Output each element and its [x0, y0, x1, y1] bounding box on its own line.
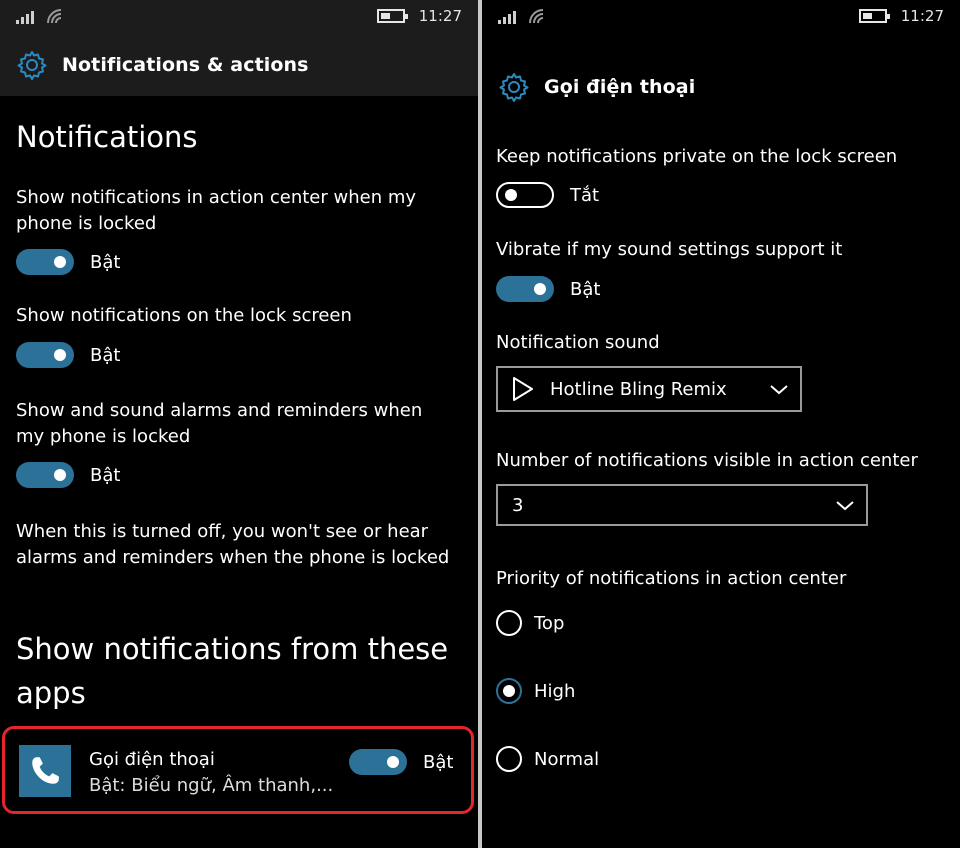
setting-label-sound: Notification sound	[496, 332, 660, 353]
dropdown-value: Hotline Bling Remix	[550, 378, 727, 400]
radio-priority-high[interactable]: High	[496, 678, 575, 704]
alarms-note: When this is turned off, you won't see o…	[16, 521, 450, 568]
radio-button[interactable]	[496, 610, 522, 636]
app-item-phone[interactable]: Gọi điện thoại Bật: Biểu ngữ, Âm thanh,.…	[2, 726, 474, 814]
setting-label-vibrate: Vibrate if my sound settings support it	[496, 239, 843, 260]
setting-label-count: Number of notifications visible in actio…	[496, 450, 918, 471]
radio-label: High	[534, 680, 576, 702]
toggle-state: Bật	[90, 464, 121, 486]
page-title: Gọi điện thoại	[544, 76, 696, 98]
toggle-switch[interactable]	[16, 249, 74, 275]
setting-label-private: Keep notifications private on the lock s…	[496, 146, 898, 167]
toggle-lock-screen[interactable]: Bật	[16, 342, 120, 368]
toggle-vibrate[interactable]: Bật	[496, 276, 600, 302]
wifi-icon	[529, 9, 544, 24]
toggle-private[interactable]: Tắt	[496, 182, 599, 208]
notification-sound-dropdown[interactable]: Hotline Bling Remix	[496, 366, 802, 412]
radio-priority-normal[interactable]: Normal	[496, 746, 599, 772]
chevron-down-icon	[836, 501, 854, 511]
setting-label-alarms-locked: Show and sound alarms and reminders when…	[16, 400, 423, 447]
toggle-state: Bật	[90, 344, 121, 366]
battery-icon	[376, 9, 408, 23]
page-title: Notifications & actions	[62, 54, 309, 76]
status-bar: 11:27	[482, 0, 960, 34]
radio-label: Top	[534, 612, 565, 634]
chevron-down-icon	[770, 385, 788, 395]
radio-priority-top[interactable]: Top	[496, 610, 564, 636]
toggle-state: Tắt	[570, 184, 600, 206]
app-subtitle: Bật: Biểu ngữ, Âm thanh,...	[89, 775, 334, 796]
radio-label: Normal	[534, 748, 600, 770]
section-title-notifications: Notifications	[16, 120, 198, 154]
toggle-app-phone[interactable]: Bật	[349, 749, 453, 775]
radio-button[interactable]	[496, 746, 522, 772]
notification-count-dropdown[interactable]: 3	[496, 484, 868, 526]
app-notification-settings-panel: 11:27 Gọi điện thoại Keep notifications …	[482, 0, 960, 848]
toggle-state: Bật	[570, 278, 601, 300]
play-icon[interactable]	[512, 376, 534, 402]
toggle-switch[interactable]	[496, 276, 554, 302]
wifi-icon	[47, 9, 62, 24]
toggle-switch[interactable]	[349, 749, 407, 775]
clock: 11:27	[900, 7, 944, 25]
dropdown-value: 3	[512, 494, 524, 516]
toggle-alarms-locked[interactable]: Bật	[16, 462, 120, 488]
signal-icon	[16, 10, 34, 24]
page-header: Notifications & actions	[0, 34, 478, 96]
notifications-settings-panel: 11:27 Notifications & actions Notificati…	[0, 0, 478, 848]
toggle-action-center-locked[interactable]: Bật	[16, 249, 120, 275]
battery-icon	[858, 9, 890, 23]
app-name: Gọi điện thoại	[89, 749, 215, 770]
page-header: Gọi điện thoại	[482, 62, 960, 112]
signal-icon	[498, 10, 516, 24]
clock: 11:27	[418, 7, 462, 25]
toggle-switch[interactable]	[16, 342, 74, 368]
section-title-apps: Show notifications from these apps	[16, 632, 449, 710]
toggle-state: Bật	[423, 751, 454, 773]
setting-label-priority: Priority of notifications in action cent…	[496, 568, 847, 589]
setting-label-lock-screen: Show notifications on the lock screen	[16, 305, 352, 326]
toggle-switch[interactable]	[16, 462, 74, 488]
gear-icon	[499, 73, 529, 102]
gear-icon	[17, 51, 47, 80]
toggle-switch[interactable]	[496, 182, 554, 208]
phone-icon	[19, 745, 71, 797]
setting-label-action-center-locked: Show notifications in action center when…	[16, 187, 417, 234]
status-bar: 11:27	[0, 0, 478, 34]
radio-button[interactable]	[496, 678, 522, 704]
toggle-state: Bật	[90, 251, 121, 273]
